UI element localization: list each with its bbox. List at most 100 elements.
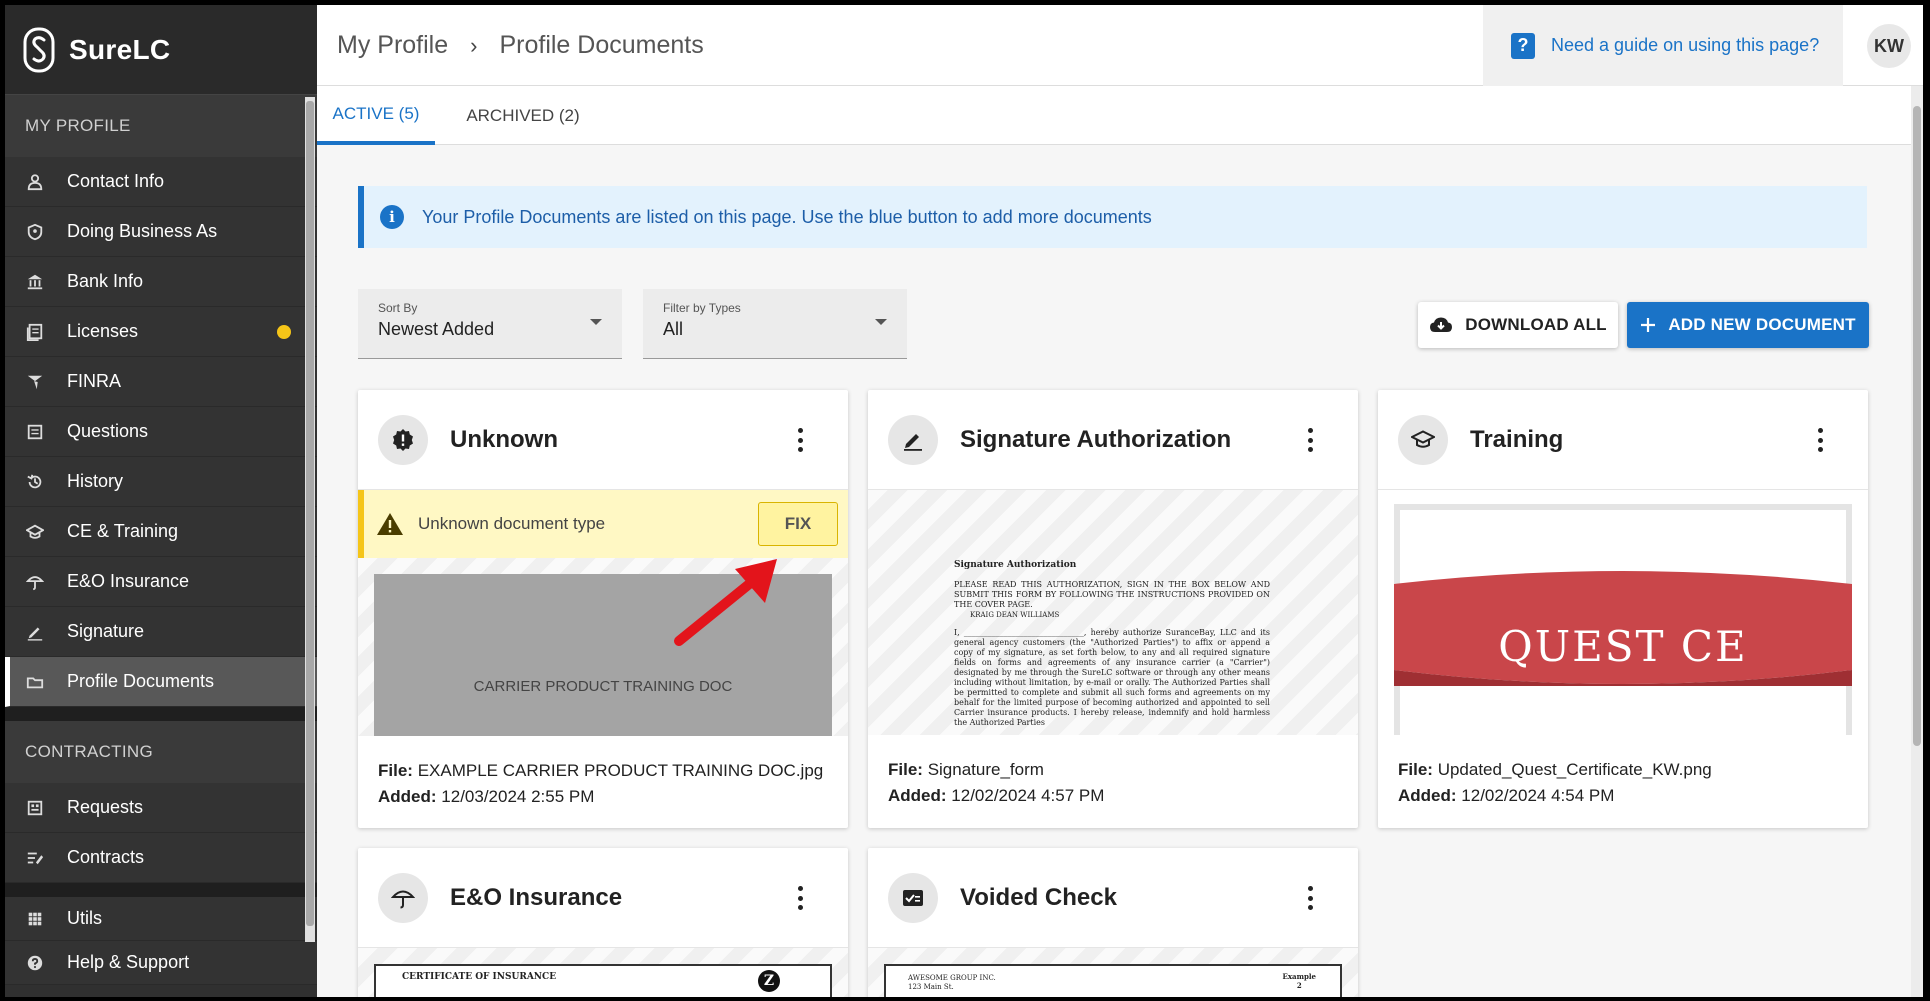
sidebar-item-profile-documents[interactable]: Profile Documents bbox=[5, 657, 317, 707]
added-label: Added: bbox=[378, 787, 437, 806]
sidebar-item-questions[interactable]: Questions bbox=[5, 407, 317, 457]
document-preview[interactable]: Signature Authorization PLEASE READ THIS… bbox=[868, 490, 1358, 735]
file-label: File: bbox=[888, 760, 923, 779]
sidebar-item-label: Doing Business As bbox=[67, 221, 218, 241]
sidebar-item-label: E&O Insurance bbox=[67, 571, 190, 591]
sidebar-item-label: Help & Support bbox=[67, 952, 190, 972]
added-label: Added: bbox=[888, 786, 947, 805]
guide-link-text[interactable]: Need a guide on using this page? bbox=[1551, 35, 1819, 56]
document-card-signature-authorization[interactable]: Signature Authorization Signature Author… bbox=[868, 390, 1358, 828]
card-header: Voided Check bbox=[868, 848, 1358, 948]
sidebar-item-requests[interactable]: Requests bbox=[5, 783, 317, 833]
person-icon bbox=[25, 172, 45, 192]
sort-by-select[interactable]: Sort By Newest Added bbox=[358, 289, 622, 359]
preview-text: AWESOME GROUP INC. bbox=[908, 974, 996, 982]
contracts-icon bbox=[25, 848, 45, 868]
sidebar-item-contact-info[interactable]: Contact Info bbox=[5, 157, 317, 207]
file-label: File: bbox=[378, 761, 413, 780]
cloud-download-icon bbox=[1430, 317, 1453, 332]
card-title: Signature Authorization bbox=[960, 425, 1232, 453]
more-options-icon[interactable] bbox=[1308, 886, 1314, 910]
file-label: File: bbox=[1398, 760, 1433, 779]
more-options-icon[interactable] bbox=[1818, 428, 1824, 452]
help-icon bbox=[25, 953, 45, 973]
more-options-icon[interactable] bbox=[1308, 428, 1314, 452]
preview-text: CARRIER PRODUCT TRAINING DOC bbox=[473, 678, 733, 695]
sidebar-item-label: Contact Info bbox=[67, 171, 165, 191]
guide-link[interactable]: ? Need a guide on using this page? bbox=[1483, 5, 1843, 86]
sidebar-item-doing-business-as[interactable]: Doing Business As bbox=[5, 207, 317, 257]
warning-icon bbox=[377, 513, 403, 535]
sidebar-item-ce-training[interactable]: CE & Training bbox=[5, 507, 317, 557]
sidebar-item-help-support[interactable]: Help & Support bbox=[5, 941, 317, 985]
card-title: Voided Check bbox=[960, 883, 1117, 911]
document-card-voided-check[interactable]: Voided Check AWESOME GROUP INC. 123 Main… bbox=[868, 848, 1358, 997]
sidebar-item-licenses[interactable]: Licenses bbox=[5, 307, 317, 357]
certificate-title: QUEST CE bbox=[1498, 622, 1748, 671]
pen-icon bbox=[25, 622, 45, 642]
more-options-icon[interactable] bbox=[798, 886, 804, 910]
added-label: Added: bbox=[1398, 786, 1457, 805]
logo[interactable]: SureLC bbox=[5, 5, 317, 95]
filter-label: Filter by Types bbox=[663, 301, 741, 315]
add-new-document-button[interactable]: ADD NEW DOCUMENT bbox=[1627, 302, 1869, 348]
chevron-right-icon: › bbox=[470, 32, 478, 58]
download-all-label: DOWNLOAD ALL bbox=[1465, 315, 1607, 334]
sidebar-item-utils[interactable]: Utils bbox=[5, 897, 317, 941]
main-scrollbar-thumb[interactable] bbox=[1913, 106, 1921, 746]
document-preview[interactable]: AWESOME GROUP INC. 123 Main St. Example … bbox=[868, 948, 1358, 997]
app-name: SureLC bbox=[69, 33, 171, 65]
sidebar-item-label: Contracts bbox=[67, 847, 145, 867]
finra-icon bbox=[25, 372, 45, 392]
avatar[interactable]: KW bbox=[1867, 24, 1911, 68]
main-scrollbar[interactable] bbox=[1911, 86, 1923, 997]
sidebar-item-signature[interactable]: Signature bbox=[5, 607, 317, 657]
sidebar-item-label: History bbox=[67, 471, 124, 491]
info-icon: i bbox=[380, 205, 404, 229]
added-date: 12/03/2024 2:55 PM bbox=[441, 787, 595, 806]
more-options-icon[interactable] bbox=[798, 428, 804, 452]
file-name: Signature_form bbox=[927, 760, 1044, 779]
sidebar-item-label: Profile Documents bbox=[67, 671, 215, 691]
top-header: My Profile › Profile Documents ? Need a … bbox=[317, 5, 1923, 86]
download-all-button[interactable]: DOWNLOAD ALL bbox=[1418, 302, 1618, 348]
check-icon bbox=[903, 889, 923, 906]
shield-icon bbox=[25, 222, 45, 242]
document-preview[interactable]: CERTIFICATE OF INSURANCE Z bbox=[358, 948, 848, 997]
preview-corner-number: 2 bbox=[1296, 981, 1302, 990]
graduation-cap-icon bbox=[25, 522, 45, 542]
document-card-eo-insurance[interactable]: E&O Insurance CERTIFICATE OF INSURANCE Z bbox=[358, 848, 848, 997]
sidebar-item-label: Utils bbox=[67, 908, 102, 928]
card-header: Unknown bbox=[358, 390, 848, 490]
card-header: Training bbox=[1378, 390, 1868, 490]
sidebar-item-label: FINRA bbox=[67, 371, 121, 391]
tab-active[interactable]: ACTIVE (5) bbox=[317, 86, 435, 145]
help-question-icon: ? bbox=[1511, 32, 1535, 59]
added-date: 12/02/2024 4:54 PM bbox=[1461, 786, 1615, 805]
umbrella-icon bbox=[391, 890, 415, 908]
sidebar-item-bank-info[interactable]: Bank Info bbox=[5, 257, 317, 307]
sort-by-value: Newest Added bbox=[378, 319, 495, 339]
document-card-training[interactable]: Training QUEST CE File: Updated_Quest_Ce… bbox=[1378, 390, 1868, 828]
sidebar-item-history[interactable]: History bbox=[5, 457, 317, 507]
sidebar-item-label: Questions bbox=[67, 421, 149, 441]
preview-corner: Example 2 bbox=[1283, 972, 1316, 990]
breadcrumb: My Profile › Profile Documents bbox=[337, 31, 704, 60]
filter-value: All bbox=[663, 319, 684, 339]
sidebar-item-label: Licenses bbox=[67, 321, 139, 341]
sidebar-item-finra[interactable]: FINRA bbox=[5, 357, 317, 407]
tab-archived[interactable]: ARCHIVED (2) bbox=[435, 86, 611, 145]
breadcrumb-my-profile[interactable]: My Profile bbox=[337, 31, 448, 60]
tab-bar: ACTIVE (5) ARCHIVED (2) bbox=[317, 86, 1911, 145]
card-icon-wrap bbox=[378, 414, 428, 465]
fix-button[interactable]: FIX bbox=[758, 502, 838, 546]
sidebar-scrollbar[interactable] bbox=[305, 97, 315, 942]
preview-text: CERTIFICATE OF INSURANCE bbox=[402, 972, 557, 982]
card-icon-wrap bbox=[378, 872, 428, 923]
sidebar-item-eo-insurance[interactable]: E&O Insurance bbox=[5, 557, 317, 607]
filter-by-types-select[interactable]: Filter by Types All bbox=[643, 289, 907, 359]
sidebar-scrollbar-thumb[interactable] bbox=[306, 101, 314, 926]
sidebar-item-contracts[interactable]: Contracts bbox=[5, 833, 317, 883]
card-header: Signature Authorization bbox=[868, 390, 1358, 490]
document-preview[interactable]: QUEST CE bbox=[1378, 490, 1868, 735]
